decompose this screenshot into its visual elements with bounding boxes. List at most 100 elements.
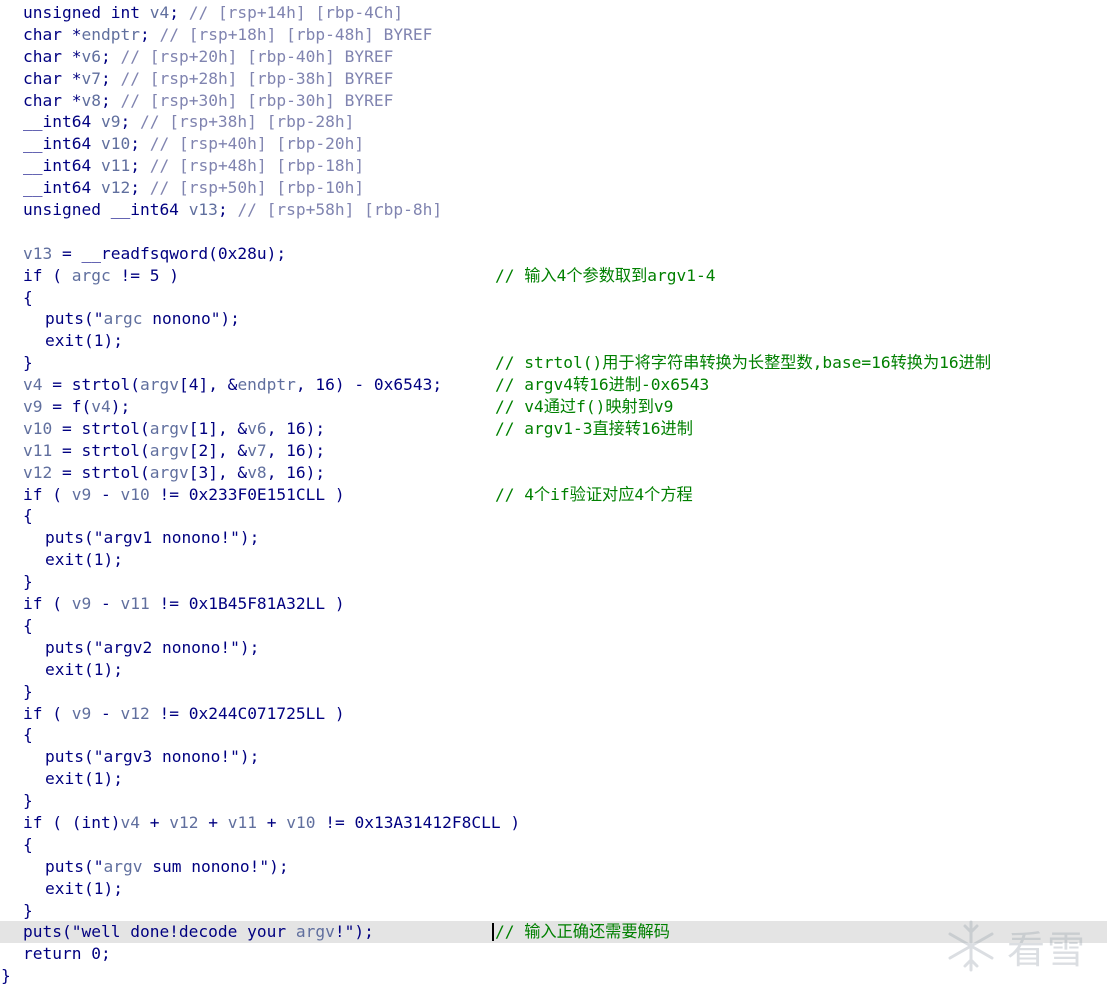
code-line[interactable]: return 0;: [0, 943, 1107, 965]
code-line[interactable]: if ( v9 - v11 != 0x1B45F81A32LL ): [0, 593, 1107, 615]
code-text: __int64 v11; // [rsp+48h] [rbp-18h]: [23, 156, 365, 176]
code-line[interactable]: }: [0, 681, 1107, 703]
code-line[interactable]: char *v8; // [rsp+30h] [rbp-30h] BYREF: [0, 90, 1107, 112]
code-line[interactable]: exit(1);: [0, 659, 1107, 681]
code-text: puts("argv3 nonono!");: [45, 747, 260, 767]
code-comment: // v4通过f()映射到v9: [495, 397, 674, 417]
code-line[interactable]: if ( (int)v4 + v12 + v11 + v10 != 0x13A3…: [0, 812, 1107, 834]
code-text: char *v8; // [rsp+30h] [rbp-30h] BYREF: [23, 90, 394, 110]
code-line[interactable]: {: [0, 615, 1107, 637]
code-text: {: [23, 725, 33, 745]
code-text: v13 = __readfsqword(0x28u);: [23, 243, 287, 263]
watermark-text: 看雪: [1006, 927, 1087, 972]
code-line[interactable]: v9 = f(v4); // v4通过f()映射到v9: [0, 396, 1107, 418]
stack-offset-comment: // [rsp+58h] [rbp-8h]: [237, 200, 443, 220]
code-line[interactable]: exit(1);: [0, 549, 1107, 571]
code-text: return 0;: [23, 944, 111, 964]
code-line[interactable]: __int64 v11; // [rsp+48h] [rbp-18h]: [0, 155, 1107, 177]
code-line[interactable]: v10 = strtol(argv[1], &v6, 16); // argv1-…: [0, 418, 1107, 440]
code-line[interactable]: exit(1);: [0, 768, 1107, 790]
code-line[interactable]: if ( v9 - v12 != 0x244C071725LL ): [0, 703, 1107, 725]
code-line[interactable]: __int64 v9; // [rsp+38h] [rbp-28h]: [0, 111, 1107, 133]
code-text: exit(1);: [45, 659, 123, 679]
code-line[interactable]: puts("argc nonono");: [0, 308, 1107, 330]
code-line[interactable]: {: [0, 505, 1107, 527]
code-text: }: [23, 353, 33, 373]
code-text: __int64 v9; // [rsp+38h] [rbp-28h]: [23, 112, 355, 132]
text-cursor: [492, 923, 494, 942]
code-line[interactable]: char *v6; // [rsp+20h] [rbp-40h] BYREF: [0, 46, 1107, 68]
code-line[interactable]: __int64 v12; // [rsp+50h] [rbp-10h]: [0, 177, 1107, 199]
code-text: __int64 v12; // [rsp+50h] [rbp-10h]: [23, 178, 365, 198]
code-comment: // 输入正确还需要解码: [495, 922, 670, 942]
code-text: v9 = f(v4);: [23, 397, 131, 417]
code-text: __int64 v10; // [rsp+40h] [rbp-20h]: [23, 134, 365, 154]
code-comment: // 4个if验证对应4个方程: [495, 484, 693, 504]
stack-offset-comment: // [rsp+30h] [rbp-30h] BYREF: [120, 90, 394, 110]
code-line[interactable]: }: [0, 965, 1107, 987]
code-text: exit(1);: [45, 878, 123, 898]
code-line[interactable]: v13 = __readfsqword(0x28u);: [0, 243, 1107, 265]
code-line[interactable]: v4 = strtol(argv[4], &endptr, 16) - 0x65…: [0, 374, 1107, 396]
code-text: v11 = strtol(argv[2], &v7, 16);: [23, 440, 326, 460]
stack-offset-comment: // [rsp+38h] [rbp-28h]: [139, 112, 355, 132]
code-line[interactable]: [0, 221, 1107, 243]
code-line[interactable]: puts("argv sum nonono!");: [0, 856, 1107, 878]
code-text: v10 = strtol(argv[1], &v6, 16);: [23, 418, 326, 438]
stack-offset-comment: // [rsp+50h] [rbp-10h]: [149, 178, 365, 198]
code-text: char *v6; // [rsp+20h] [rbp-40h] BYREF: [23, 46, 394, 66]
code-line[interactable]: }: [0, 571, 1107, 593]
code-text: v4 = strtol(argv[4], &endptr, 16) - 0x65…: [23, 375, 443, 395]
code-text: }: [23, 900, 33, 920]
code-line[interactable]: unsigned __int64 v13; // [rsp+58h] [rbp-…: [0, 199, 1107, 221]
code-text: {: [23, 287, 33, 307]
code-line[interactable]: } // strtol()用于将字符串转换为长整型数,base=16转换为16进制: [0, 352, 1107, 374]
code-text: }: [23, 681, 33, 701]
code-line[interactable]: }: [0, 900, 1107, 922]
code-line[interactable]: char *v7; // [rsp+28h] [rbp-38h] BYREF: [0, 68, 1107, 90]
code-line[interactable]: __int64 v10; // [rsp+40h] [rbp-20h]: [0, 133, 1107, 155]
code-line[interactable]: puts("argv2 nonono!");: [0, 637, 1107, 659]
code-text: }: [23, 791, 33, 811]
code-text: puts("argv2 nonono!");: [45, 637, 260, 657]
code-line[interactable]: exit(1);: [0, 878, 1107, 900]
code-line[interactable]: char *endptr; // [rsp+18h] [rbp-48h] BYR…: [0, 24, 1107, 46]
code-text: puts("argc nonono");: [45, 309, 240, 329]
watermark: 看雪: [943, 918, 1087, 974]
code-line[interactable]: puts("argv1 nonono!");: [0, 527, 1107, 549]
code-line[interactable]: v12 = strtol(argv[3], &v8, 16);: [0, 462, 1107, 484]
code-line[interactable]: }: [0, 790, 1107, 812]
code-text: if ( v9 - v10 != 0x233F0E151CLL ): [23, 484, 345, 504]
code-line[interactable]: puts("well done!decode your argv!"); // 输…: [0, 921, 1107, 944]
stack-offset-comment: // [rsp+14h] [rbp-4Ch]: [188, 3, 404, 22]
code-comment: // argv1-3直接转16进制: [495, 418, 693, 438]
code-text: {: [23, 834, 33, 854]
code-text: if ( v9 - v12 != 0x244C071725LL ): [23, 703, 345, 723]
code-text: if ( (int)v4 + v12 + v11 + v10 != 0x13A3…: [23, 812, 521, 832]
code-text: }: [23, 572, 33, 592]
code-line[interactable]: {: [0, 287, 1107, 309]
code-line[interactable]: puts("argv3 nonono!");: [0, 746, 1107, 768]
code-line[interactable]: if ( v9 - v10 != 0x233F0E151CLL ) // 4个if…: [0, 484, 1107, 506]
code-text: unsigned __int64 v13; // [rsp+58h] [rbp-…: [23, 200, 443, 220]
code-text: exit(1);: [45, 550, 123, 570]
code-line[interactable]: v11 = strtol(argv[2], &v7, 16);: [0, 440, 1107, 462]
code-text: v12 = strtol(argv[3], &v8, 16);: [23, 462, 326, 482]
code-line[interactable]: {: [0, 724, 1107, 746]
code-line[interactable]: exit(1);: [0, 330, 1107, 352]
code-line[interactable]: unsigned int v4; // [rsp+14h] [rbp-4Ch]: [0, 2, 1107, 24]
code-text: exit(1);: [45, 769, 123, 789]
pseudocode-view[interactable]: unsigned int v4; // [rsp+14h] [rbp-4Ch] c…: [0, 2, 1107, 987]
stack-offset-comment: // [rsp+20h] [rbp-40h] BYREF: [120, 46, 394, 66]
code-comment: // argv4转16进制-0x6543: [495, 375, 710, 395]
code-text: }: [1, 966, 11, 986]
code-text: {: [23, 615, 33, 635]
stack-offset-comment: // [rsp+28h] [rbp-38h] BYREF: [120, 68, 394, 88]
code-line[interactable]: {: [0, 834, 1107, 856]
code-text: if ( v9 - v11 != 0x1B45F81A32LL ): [23, 594, 345, 614]
stack-offset-comment: // [rsp+18h] [rbp-48h] BYREF: [159, 24, 433, 44]
stack-offset-comment: // [rsp+48h] [rbp-18h]: [149, 156, 365, 176]
code-text: {: [23, 506, 33, 526]
code-line[interactable]: if ( argc != 5 ) // 输入4个参数取到argv1-4: [0, 265, 1107, 287]
code-text: puts("argv1 nonono!");: [45, 528, 260, 548]
